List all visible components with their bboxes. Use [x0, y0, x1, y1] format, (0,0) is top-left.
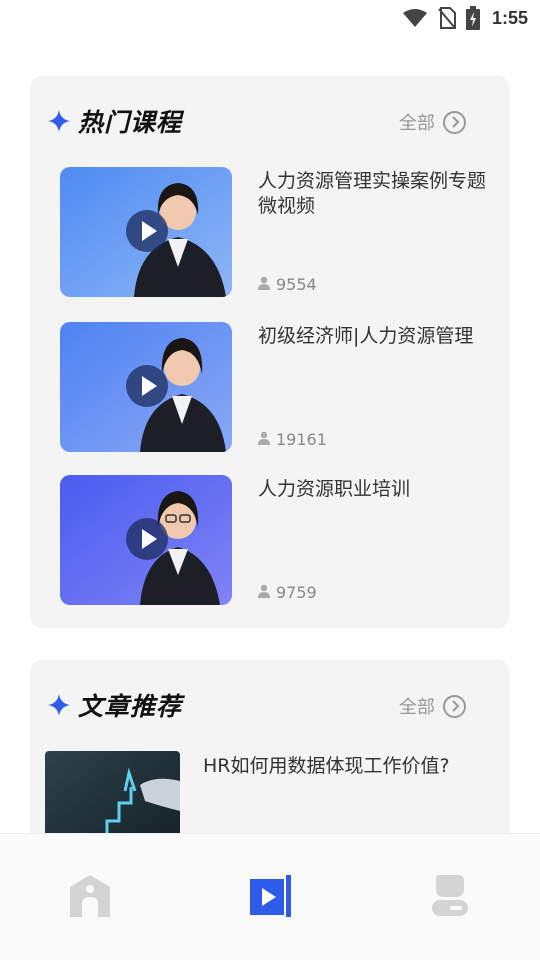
home-icon: [70, 875, 110, 921]
course-title: 人力资源职业培训: [258, 478, 411, 500]
course-title: 初级经济师|人力资源管理: [258, 325, 474, 347]
bottom-nav: [0, 833, 540, 960]
course-count-value: 9554: [276, 275, 317, 294]
course-thumbnail: [60, 475, 232, 605]
hot-courses-title: 热门课程: [78, 108, 183, 137]
course-item[interactable]: 人力资源职业培训 9759: [60, 475, 500, 607]
articles-title: 文章推荐: [78, 692, 183, 721]
person-icon: [258, 430, 270, 449]
course-viewers: 19161: [258, 430, 327, 449]
screen: 1:55 热门课程 全部 人力资源管理实操案例专题微视频 9554 初级经济师|…: [0, 0, 540, 960]
course-viewers: 9554: [258, 275, 317, 294]
more-label: 全部: [399, 113, 435, 134]
articles-more-link[interactable]: 全部: [399, 693, 466, 719]
chevron-right-icon: [443, 694, 466, 718]
no-sim-icon: [438, 7, 456, 29]
chevron-right-icon: [443, 110, 466, 134]
status-bar: 1:55: [0, 0, 540, 36]
nav-video[interactable]: [246, 874, 294, 922]
hot-courses-header: 热门课程 全部: [30, 75, 510, 167]
person-icon: [258, 583, 270, 602]
course-item[interactable]: 人力资源管理实操案例专题微视频 9554: [60, 167, 500, 299]
course-thumbnail: [60, 167, 232, 297]
hot-courses-more-link[interactable]: 全部: [399, 109, 466, 135]
articles-card: 文章推荐 全部 HR如何用数据体现工作价值?: [30, 659, 510, 859]
sparkle-icon: [48, 110, 70, 132]
course-title: 人力资源管理实操案例专题微视频: [258, 170, 487, 217]
course-item[interactable]: 初级经济师|人力资源管理 19161: [60, 322, 500, 454]
status-time: 1:55: [491, 7, 528, 28]
person-icon: [258, 275, 270, 294]
course-thumbnail: [60, 322, 232, 452]
wifi-icon: [402, 8, 428, 28]
video-icon: [248, 875, 292, 921]
battery-charging-icon: [465, 6, 480, 30]
article-title: HR如何用数据体现工作价值?: [203, 755, 450, 777]
course-count-value: 19161: [276, 430, 327, 449]
articles-header: 文章推荐 全部: [30, 659, 510, 751]
profile-icon: [430, 875, 470, 921]
nav-profile[interactable]: [426, 874, 474, 922]
course-viewers: 9759: [258, 583, 317, 602]
sparkle-icon: [48, 694, 70, 716]
more-label: 全部: [399, 697, 435, 718]
course-count-value: 9759: [276, 583, 317, 602]
nav-home[interactable]: [66, 874, 114, 922]
hot-courses-card: 热门课程 全部 人力资源管理实操案例专题微视频 9554 初级经济师|人力资源管…: [30, 75, 510, 629]
